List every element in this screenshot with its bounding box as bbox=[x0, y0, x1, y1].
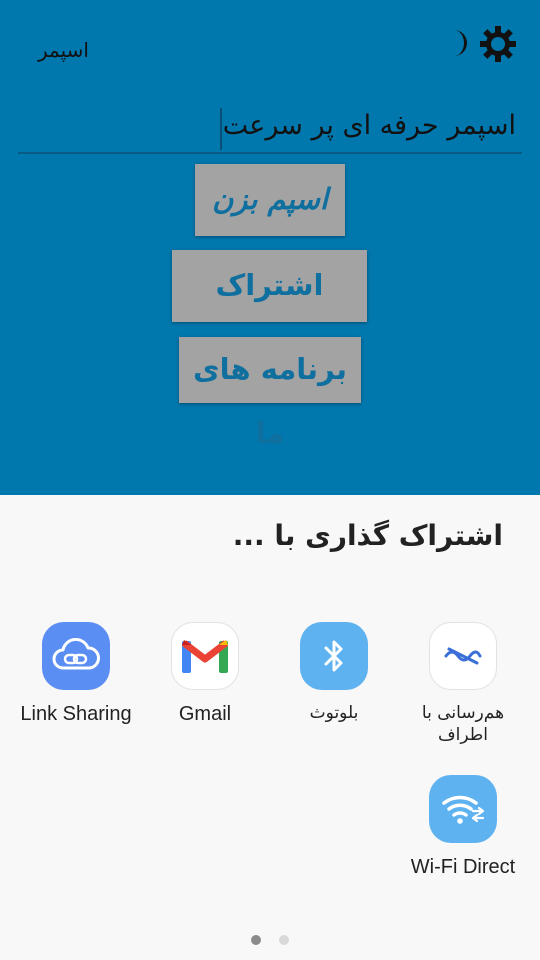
share-sheet: اشتراک گذاری با ... هم‌رسانی با اطراف بل… bbox=[0, 495, 540, 960]
message-input-value: اسپمر حرفه ای پر سرعت bbox=[222, 110, 516, 141]
page-dot-active[interactable] bbox=[251, 935, 261, 945]
share-target-nearby[interactable]: هم‌رسانی با اطراف bbox=[403, 622, 523, 746]
gmail-icon bbox=[171, 622, 239, 690]
our-apps-button[interactable]: برنامه های ما bbox=[179, 337, 361, 450]
share-target-label: بلوتوث bbox=[309, 703, 359, 723]
share-target-bluetooth[interactable]: بلوتوث bbox=[274, 622, 394, 724]
message-input[interactable]: اسپمر حرفه ای پر سرعت bbox=[18, 108, 522, 154]
app-title: اسپمر bbox=[38, 38, 89, 62]
spam-button[interactable]: اسپم بزن bbox=[195, 164, 345, 236]
share-target-label: Gmail bbox=[178, 703, 232, 725]
link-sharing-icon bbox=[42, 622, 110, 690]
bluetooth-icon bbox=[300, 622, 368, 690]
share-target-label: Wi-Fi Direct bbox=[410, 856, 516, 878]
text-cursor bbox=[220, 108, 222, 150]
page-indicator bbox=[0, 935, 540, 945]
gear-icon[interactable] bbox=[480, 26, 516, 62]
share-sheet-title: اشتراک گذاری با ... bbox=[232, 519, 503, 552]
moon-icon[interactable] bbox=[448, 28, 474, 58]
share-target-gmail[interactable]: Gmail bbox=[145, 622, 265, 726]
share-target-label: Link Sharing bbox=[20, 703, 132, 725]
share-target-link-sharing[interactable]: Link Sharing bbox=[16, 622, 136, 726]
share-target-wifi-direct[interactable]: Wi-Fi Direct bbox=[403, 775, 523, 879]
app-screen: اسپمر اسپمر حرفه ای پر سرعت اسپم بزن اشت… bbox=[0, 0, 540, 495]
wifi-direct-icon bbox=[429, 775, 497, 843]
share-button[interactable]: اشتراک گذاری bbox=[172, 250, 367, 372]
nearby-share-icon bbox=[429, 622, 497, 690]
page-dot[interactable] bbox=[279, 935, 289, 945]
share-target-label: هم‌رسانی با اطراف bbox=[421, 703, 505, 745]
